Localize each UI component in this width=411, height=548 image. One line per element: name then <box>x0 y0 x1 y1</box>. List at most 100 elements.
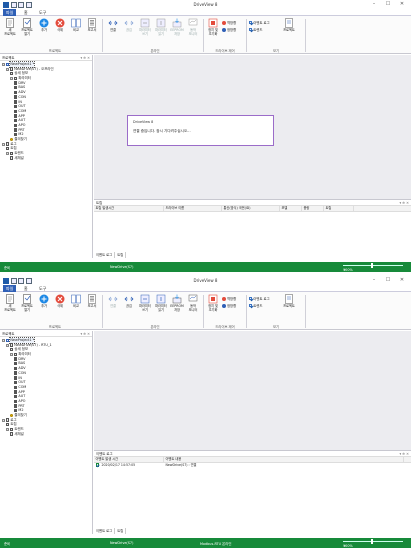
tree-toggle-icon[interactable]: − <box>10 76 13 80</box>
trip-checkbox[interactable] <box>249 27 253 32</box>
forward-run-button[interactable]: 정방향 <box>222 303 236 308</box>
project-view-button[interactable]: 프로젝트 <box>281 18 297 33</box>
disconnect-button[interactable]: 끊김 <box>121 294 137 309</box>
table-row[interactable]: 2020/02/17 14:57:05 NewDrive(S7) : 연결 <box>94 463 411 468</box>
menu-home[interactable]: 홈 <box>21 9 31 16</box>
tab-trip[interactable]: 트립 <box>115 528 127 534</box>
close-icon[interactable]: ✕ <box>395 277 409 283</box>
stop-reset-button[interactable]: 정지 및 초기화 <box>205 294 221 313</box>
delete-button[interactable]: 삭제 <box>52 294 68 309</box>
project-icon <box>6 338 10 343</box>
tree-toggle-icon[interactable]: − <box>2 142 5 146</box>
monitor-button[interactable]: 동작 모니터 <box>185 18 201 37</box>
reverse-run-button[interactable]: 역방향 <box>222 20 236 25</box>
column-header[interactable]: 트립 <box>324 206 354 211</box>
column-header[interactable]: 모델 <box>280 206 302 211</box>
report-button[interactable]: 보고서 <box>84 18 100 33</box>
event-log-checkbox[interactable] <box>249 20 253 25</box>
event-log-toggle[interactable]: 이벤트 로그 <box>249 296 270 301</box>
tree-toggle-icon[interactable]: − <box>2 62 5 66</box>
tree-toggle-icon[interactable]: − <box>2 338 5 342</box>
eeprom-button[interactable]: EEPROM 저장 <box>169 18 185 37</box>
param-read-button[interactable]: 파라미터 읽기 <box>153 294 169 313</box>
menu-file[interactable]: 파일 <box>3 285 17 292</box>
event-log-toggle[interactable]: 이벤트 로그 <box>249 20 270 25</box>
tab-trip[interactable]: 트립 <box>115 252 127 258</box>
trip-toggle[interactable]: 트렌드 <box>249 303 263 308</box>
param-read-button[interactable]: 파라미터 읽기 <box>153 18 169 37</box>
column-header[interactable]: 트립 발생시간 <box>94 206 164 211</box>
menu-file[interactable]: 파일 <box>3 9 17 16</box>
monitor-button[interactable]: 동작 모니터 <box>185 294 201 313</box>
minimize-icon[interactable]: – <box>367 277 381 283</box>
zoom-slider[interactable] <box>343 263 403 268</box>
delete-button[interactable]: 삭제 <box>52 18 68 33</box>
tree-item[interactable]: 새채널 <box>0 156 92 161</box>
column-header[interactable]: 이벤트 내용 <box>164 457 404 462</box>
add-button[interactable]: 추가 <box>36 18 52 33</box>
compare-label: 비교 <box>73 304 79 308</box>
zoom-in-icon[interactable]: + <box>343 544 346 548</box>
param-write-button[interactable]: 파라미터 쓰기 <box>137 18 153 37</box>
disconnect-button[interactable]: 끊김 <box>121 18 137 33</box>
panel-pin-icon[interactable]: ▾ ⊕ ✕ <box>80 331 90 337</box>
tree-toggle-icon[interactable]: − <box>6 67 9 71</box>
status-bar: 준비 NewDrive(S7) 100% − + <box>0 262 411 272</box>
zoom-slider-knob[interactable] <box>371 539 373 544</box>
project-view-button[interactable]: 프로젝트 <box>281 294 297 309</box>
tree-toggle-icon[interactable]: − <box>6 427 9 431</box>
forward-run-button[interactable]: 정방향 <box>222 27 236 32</box>
new-project-button[interactable]: 새 프로젝트 <box>2 294 18 313</box>
trip-toggle[interactable]: 트렌드 <box>249 27 263 32</box>
reverse-run-icon <box>222 296 226 301</box>
menu-tools[interactable]: 도구 <box>36 9 49 16</box>
compare-button[interactable]: 비교 <box>68 18 84 33</box>
eeprom-button[interactable]: EEPROM 저장 <box>169 294 185 313</box>
connect-button[interactable]: 연결 <box>105 18 121 33</box>
add-button[interactable]: 추가 <box>36 294 52 309</box>
column-header[interactable]: 드라이브 이름 <box>164 206 222 211</box>
trip-checkbox[interactable] <box>249 303 253 308</box>
minimize-icon[interactable]: – <box>367 1 381 7</box>
tree-toggle-icon[interactable]: − <box>10 352 13 356</box>
tab-event-log[interactable]: 이벤트 로그 <box>94 528 116 534</box>
event-log-checkbox[interactable] <box>249 296 253 301</box>
tree-item[interactable]: 새채널 <box>0 432 92 437</box>
column-header[interactable]: 용량 <box>302 206 324 211</box>
compare-icon <box>71 18 81 28</box>
group-label-online: 온라인 <box>150 49 160 53</box>
panel-pin-icon[interactable]: ▾ ⊕ ✕ <box>399 451 409 457</box>
maximize-icon[interactable]: ☐ <box>381 277 395 283</box>
close-icon[interactable]: ✕ <box>395 1 409 7</box>
connect-button[interactable]: 연결 <box>105 294 121 309</box>
menu-home[interactable]: 홈 <box>21 285 31 292</box>
menu-tools[interactable]: 도구 <box>36 285 49 292</box>
open-project-button[interactable]: 프로젝트 열기 <box>19 294 35 313</box>
stop-reset-button[interactable]: 정지 및 초기화 <box>205 18 221 37</box>
window-controls: – ☐ ✕ <box>367 277 409 283</box>
param-write-button[interactable]: 파라미터 쓰기 <box>137 294 153 313</box>
tree-toggle-icon[interactable]: − <box>6 343 9 347</box>
maximize-icon[interactable]: ☐ <box>381 1 395 7</box>
reverse-run-button[interactable]: 역방향 <box>222 296 236 301</box>
ribbon-separator <box>305 295 306 328</box>
param-group-icon <box>14 357 18 361</box>
report-button[interactable]: 보고서 <box>84 294 100 309</box>
new-project-button[interactable]: 새 프로젝트 <box>2 18 18 37</box>
tree-toggle-icon[interactable]: − <box>6 151 9 155</box>
compare-button[interactable]: 비교 <box>68 294 84 309</box>
ribbon-separator <box>203 295 204 328</box>
tree-toggle-icon[interactable]: − <box>2 418 5 422</box>
tab-event-log[interactable]: 이벤트 로그 <box>94 252 116 258</box>
panel-pin-icon[interactable]: ▾ ⊕ ✕ <box>80 55 90 61</box>
zoom-slider[interactable] <box>343 539 403 544</box>
open-project-button[interactable]: 프로젝트 열기 <box>19 18 35 37</box>
panel-pin-icon[interactable]: ▾ ⊕ ✕ <box>399 200 409 206</box>
monitor-label: 동작 모니터 <box>188 28 198 36</box>
zoom-slider-knob[interactable] <box>371 263 373 268</box>
column-header[interactable]: 통신(방식) 국번(ID) <box>222 206 280 211</box>
column-header[interactable]: 이벤트 발생 시간 <box>94 457 164 462</box>
zoom-in-icon[interactable]: + <box>343 268 346 272</box>
forward-run-icon <box>222 27 226 32</box>
stop-reset-icon <box>208 18 218 28</box>
